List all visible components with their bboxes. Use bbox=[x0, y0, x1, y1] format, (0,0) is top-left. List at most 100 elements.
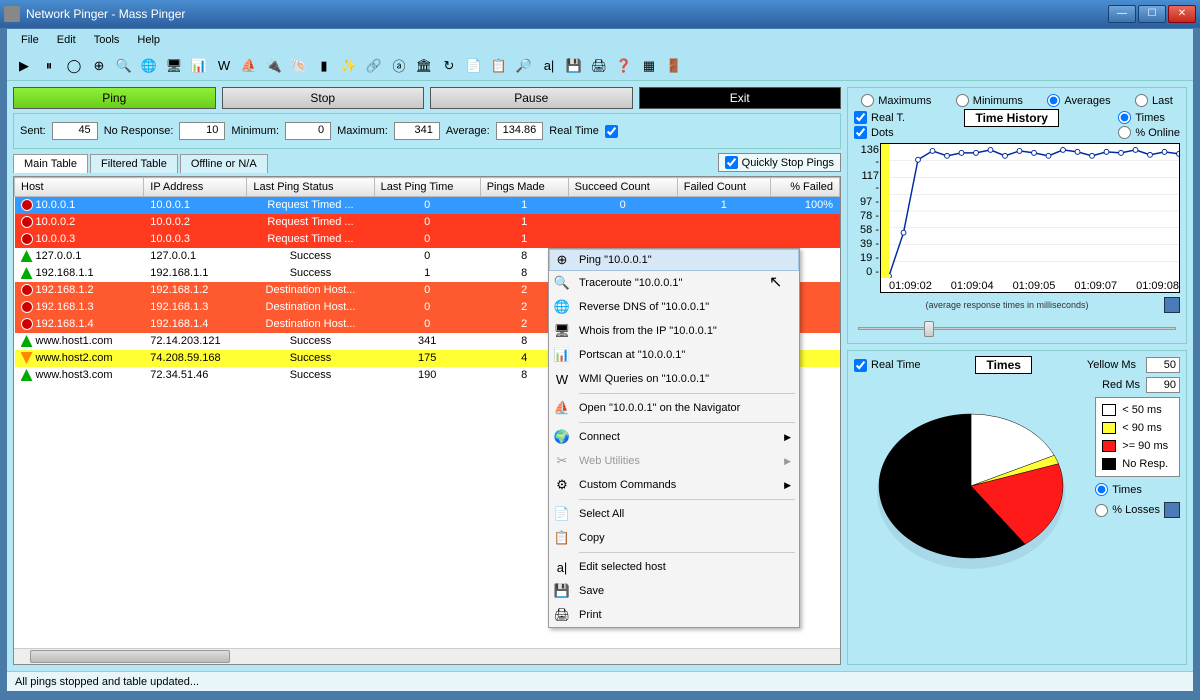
find-icon[interactable]: 🔎 bbox=[513, 55, 535, 77]
grid-icon[interactable]: ▦ bbox=[638, 55, 660, 77]
at-icon[interactable]: ⓐ bbox=[388, 55, 410, 77]
ctx-save[interactable]: 💾Save bbox=[549, 579, 799, 603]
menu-tools[interactable]: Tools bbox=[86, 32, 128, 48]
menu-help[interactable]: Help bbox=[129, 32, 168, 48]
scan-icon[interactable]: 📊 bbox=[188, 55, 210, 77]
font-icon: a| bbox=[553, 558, 571, 576]
radio-maximums[interactable]: Maximums bbox=[861, 94, 931, 107]
menu-file[interactable]: File bbox=[13, 32, 47, 48]
col-status[interactable]: Last Ping Status bbox=[247, 178, 374, 197]
doc-icon: 📄 bbox=[553, 505, 571, 523]
menubar: File Edit Tools Help bbox=[7, 29, 1193, 51]
window-title: Network Pinger - Mass Pinger bbox=[26, 7, 1108, 21]
pause-button[interactable]: Pause bbox=[430, 87, 633, 109]
yellowms-input[interactable] bbox=[1146, 357, 1180, 373]
ctx-web-utilities[interactable]: ✂Web Utilities▶ bbox=[549, 449, 799, 473]
ctx-copy[interactable]: 📋Copy bbox=[549, 526, 799, 550]
check-realt[interactable]: Real T. bbox=[854, 111, 905, 124]
col-failed[interactable]: Failed Count bbox=[677, 178, 770, 197]
menu-edit[interactable]: Edit bbox=[49, 32, 84, 48]
col-ip[interactable]: IP Address bbox=[144, 178, 247, 197]
radio-minimums[interactable]: Minimums bbox=[956, 94, 1023, 107]
quickly-stop-pings[interactable]: Quickly Stop Pings bbox=[718, 153, 841, 172]
radio-last[interactable]: Last bbox=[1135, 94, 1173, 107]
radio-averages[interactable]: Averages bbox=[1047, 94, 1110, 107]
wmi-icon[interactable]: W bbox=[213, 55, 235, 77]
app-icon bbox=[4, 6, 20, 22]
pie-radio-losses[interactable]: % Losses bbox=[1095, 504, 1160, 517]
horizontal-scrollbar[interactable] bbox=[14, 648, 840, 664]
refresh-icon[interactable]: ↻ bbox=[438, 55, 460, 77]
ctx-whois[interactable]: 🖥Whois from the IP "10.0.0.1" bbox=[549, 319, 799, 343]
col-pct[interactable]: % Failed bbox=[770, 178, 839, 197]
save-chart-icon[interactable] bbox=[1164, 297, 1180, 313]
doc-icon[interactable]: 📄 bbox=[463, 55, 485, 77]
ctx-traceroute[interactable]: 🔍Traceroute "10.0.0.1" bbox=[549, 271, 799, 295]
stop-button[interactable]: Stop bbox=[222, 87, 425, 109]
help-icon[interactable]: ❓ bbox=[613, 55, 635, 77]
table-row[interactable]: 10.0.0.310.0.0.3Request Timed ...01 bbox=[15, 231, 840, 248]
save-pie-icon[interactable] bbox=[1164, 502, 1180, 518]
table-row[interactable]: 10.0.0.210.0.0.2Request Timed ...01 bbox=[15, 214, 840, 231]
save-icon[interactable]: 💾 bbox=[563, 55, 585, 77]
shell-icon[interactable]: 🐚 bbox=[288, 55, 310, 77]
maximize-button[interactable]: ☐ bbox=[1138, 5, 1166, 23]
exit-icon[interactable]: 🚪 bbox=[663, 55, 685, 77]
connect-icon[interactable]: 🔌 bbox=[263, 55, 285, 77]
minimize-button[interactable]: — bbox=[1108, 5, 1136, 23]
radio-times[interactable]: Times bbox=[1118, 111, 1180, 124]
close-button[interactable]: ✕ bbox=[1168, 5, 1196, 23]
font-icon[interactable]: a| bbox=[538, 55, 560, 77]
target-icon[interactable]: ⊕ bbox=[88, 55, 110, 77]
globe-icon[interactable]: 🌐 bbox=[138, 55, 160, 77]
play-icon[interactable]: ▶ bbox=[13, 55, 35, 77]
exit-button[interactable]: Exit bbox=[639, 87, 842, 109]
building-icon[interactable]: 🏛 bbox=[413, 55, 435, 77]
ctx-custom-commands[interactable]: ⚙Custom Commands▶ bbox=[549, 473, 799, 497]
copy-icon[interactable]: 📋 bbox=[488, 55, 510, 77]
table-row[interactable]: 10.0.0.110.0.0.1Request Timed ...0101100… bbox=[15, 197, 840, 214]
link-icon[interactable]: 🔗 bbox=[363, 55, 385, 77]
tab-main[interactable]: Main Table bbox=[13, 154, 88, 173]
col-time[interactable]: Last Ping Time bbox=[374, 178, 480, 197]
toolbar: ▶ ⏸ ◯ ⊕ 🔍 🌐 🖥 📊 W ⛵ 🔌 🐚 ▮ ✨ 🔗 ⓐ 🏛 ↻ 📄 📋 … bbox=[7, 51, 1193, 81]
tab-offline[interactable]: Offline or N/A bbox=[180, 154, 268, 173]
ctx-rdns[interactable]: 🌐Reverse DNS of "10.0.0.1" bbox=[549, 295, 799, 319]
ctx-print[interactable]: 🖨Print bbox=[549, 603, 799, 627]
ctx-edit-host[interactable]: a|Edit selected host bbox=[549, 555, 799, 579]
print-icon: 🖨 bbox=[553, 606, 571, 624]
ship-icon[interactable]: ⛵ bbox=[238, 55, 260, 77]
stop-icon[interactable]: ◯ bbox=[63, 55, 85, 77]
sent-label: Sent: bbox=[20, 125, 46, 137]
pie-radio-times[interactable]: Times bbox=[1095, 483, 1180, 496]
col-succeed[interactable]: Succeed Count bbox=[568, 178, 677, 197]
pause-icon[interactable]: ⏸ bbox=[38, 55, 60, 77]
col-made[interactable]: Pings Made bbox=[480, 178, 568, 197]
qsp-checkbox[interactable] bbox=[725, 156, 738, 169]
ctx-open-navigator[interactable]: ⛵Open "10.0.0.1" on the Navigator bbox=[549, 396, 799, 420]
ctx-connect[interactable]: 🌍Connect▶ bbox=[549, 425, 799, 449]
realtime-checkbox[interactable] bbox=[605, 125, 618, 138]
monitor-icon[interactable]: 🖥 bbox=[163, 55, 185, 77]
noresp-value: 10 bbox=[179, 122, 225, 140]
redms-input[interactable] bbox=[1146, 377, 1180, 393]
col-host[interactable]: Host bbox=[15, 178, 144, 197]
radio-pctonline[interactable]: % Online bbox=[1118, 126, 1180, 139]
ctx-select-all[interactable]: 📄Select All bbox=[549, 502, 799, 526]
chart-slider[interactable] bbox=[854, 319, 1180, 337]
print-icon[interactable]: 🖨 bbox=[588, 55, 610, 77]
ctx-ping[interactable]: ⊕Ping "10.0.0.1" bbox=[549, 249, 799, 271]
ctx-wmi[interactable]: WWMI Queries on "10.0.0.1" bbox=[549, 367, 799, 391]
ping-button[interactable]: Ping bbox=[13, 87, 216, 109]
yellowms-label: Yellow Ms bbox=[1087, 359, 1136, 371]
check-dots[interactable]: Dots bbox=[854, 126, 905, 139]
ctx-portscan[interactable]: 📊Portscan at "10.0.0.1" bbox=[549, 343, 799, 367]
terminal-icon[interactable]: ▮ bbox=[313, 55, 335, 77]
wand-icon[interactable]: ✨ bbox=[338, 55, 360, 77]
search-icon[interactable]: 🔍 bbox=[113, 55, 135, 77]
monitor-icon: 🖥 bbox=[553, 322, 571, 340]
chevron-right-icon: ▶ bbox=[784, 480, 791, 491]
pie-realtime-check[interactable]: Real Time bbox=[854, 359, 921, 372]
max-label: Maximum: bbox=[337, 125, 388, 137]
tab-filtered[interactable]: Filtered Table bbox=[90, 154, 178, 173]
